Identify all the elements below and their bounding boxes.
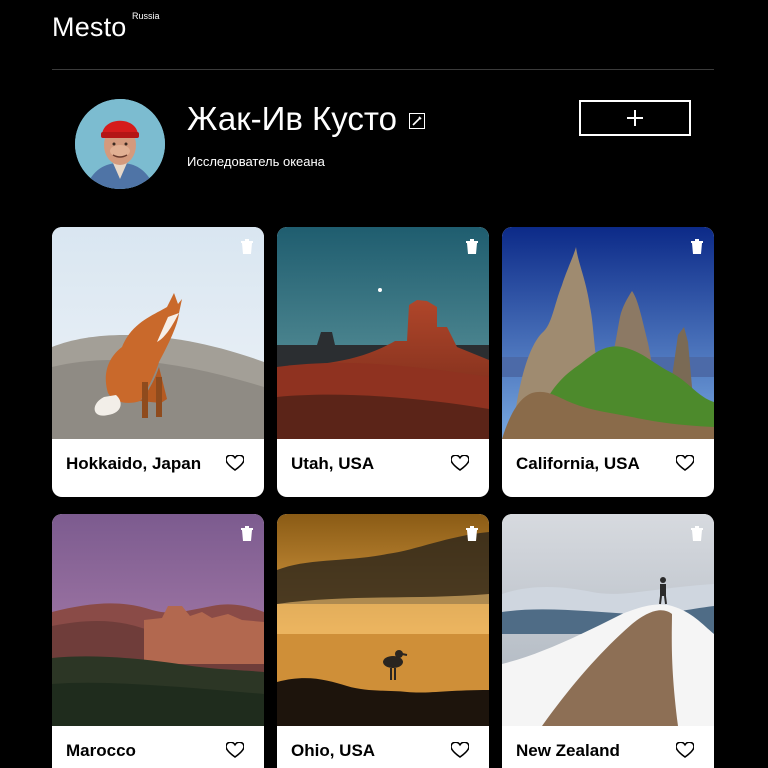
trash-icon bbox=[691, 526, 703, 541]
page: Mesto Russia Жак-Ив Кусто Исследователь … bbox=[0, 0, 768, 768]
card[interactable]: Ohio, USA bbox=[277, 514, 489, 768]
like-button[interactable] bbox=[225, 741, 245, 758]
like-button[interactable] bbox=[675, 454, 695, 471]
card[interactable]: Marocco bbox=[52, 514, 264, 768]
card[interactable]: Utah, USA bbox=[277, 227, 489, 497]
card-title: California, USA bbox=[516, 454, 640, 473]
like-button[interactable] bbox=[225, 454, 245, 471]
card-image[interactable] bbox=[502, 514, 714, 726]
logo-suffix: Russia bbox=[132, 11, 160, 21]
delete-button[interactable] bbox=[240, 239, 254, 255]
logo: Mesto bbox=[52, 12, 127, 42]
profile-about: Исследователь океана bbox=[187, 154, 325, 169]
card-image[interactable] bbox=[52, 227, 264, 439]
plus-icon bbox=[627, 110, 643, 126]
like-button[interactable] bbox=[675, 741, 695, 758]
trash-icon bbox=[466, 526, 478, 541]
heart-icon bbox=[675, 741, 695, 758]
edit-profile-button[interactable] bbox=[409, 113, 425, 129]
card-title: Utah, USA bbox=[291, 454, 375, 473]
pencil-icon bbox=[412, 116, 422, 126]
like-button[interactable] bbox=[450, 454, 470, 471]
trash-icon bbox=[466, 239, 478, 254]
profile-name: Жак-Ив Кусто bbox=[187, 100, 397, 137]
like-button[interactable] bbox=[450, 741, 470, 758]
card-image[interactable] bbox=[52, 514, 264, 726]
delete-button[interactable] bbox=[690, 526, 704, 542]
heart-icon bbox=[450, 454, 470, 471]
trash-icon bbox=[691, 239, 703, 254]
card-image[interactable] bbox=[502, 227, 714, 439]
delete-button[interactable] bbox=[240, 526, 254, 542]
card-title: Hokkaido, Japan bbox=[66, 454, 202, 473]
header: Mesto Russia bbox=[52, 0, 714, 70]
add-card-button[interactable] bbox=[579, 100, 691, 136]
heart-icon bbox=[225, 741, 245, 758]
card-title: Marocco bbox=[66, 741, 136, 760]
delete-button[interactable] bbox=[690, 239, 704, 255]
card-image[interactable] bbox=[277, 514, 489, 726]
delete-button[interactable] bbox=[465, 526, 479, 542]
card-image[interactable] bbox=[277, 227, 489, 439]
heart-icon bbox=[675, 454, 695, 471]
card[interactable]: Hokkaido, Japan bbox=[52, 227, 264, 497]
heart-icon bbox=[450, 741, 470, 758]
card-title: Ohio, USA bbox=[291, 741, 376, 760]
heart-icon bbox=[225, 454, 245, 471]
card-title: New Zealand bbox=[516, 741, 620, 760]
card[interactable]: California, USA bbox=[502, 227, 714, 497]
delete-button[interactable] bbox=[465, 239, 479, 255]
avatar[interactable] bbox=[75, 99, 165, 189]
trash-icon bbox=[241, 526, 253, 541]
card[interactable]: New Zealand bbox=[502, 514, 714, 768]
trash-icon bbox=[241, 239, 253, 254]
